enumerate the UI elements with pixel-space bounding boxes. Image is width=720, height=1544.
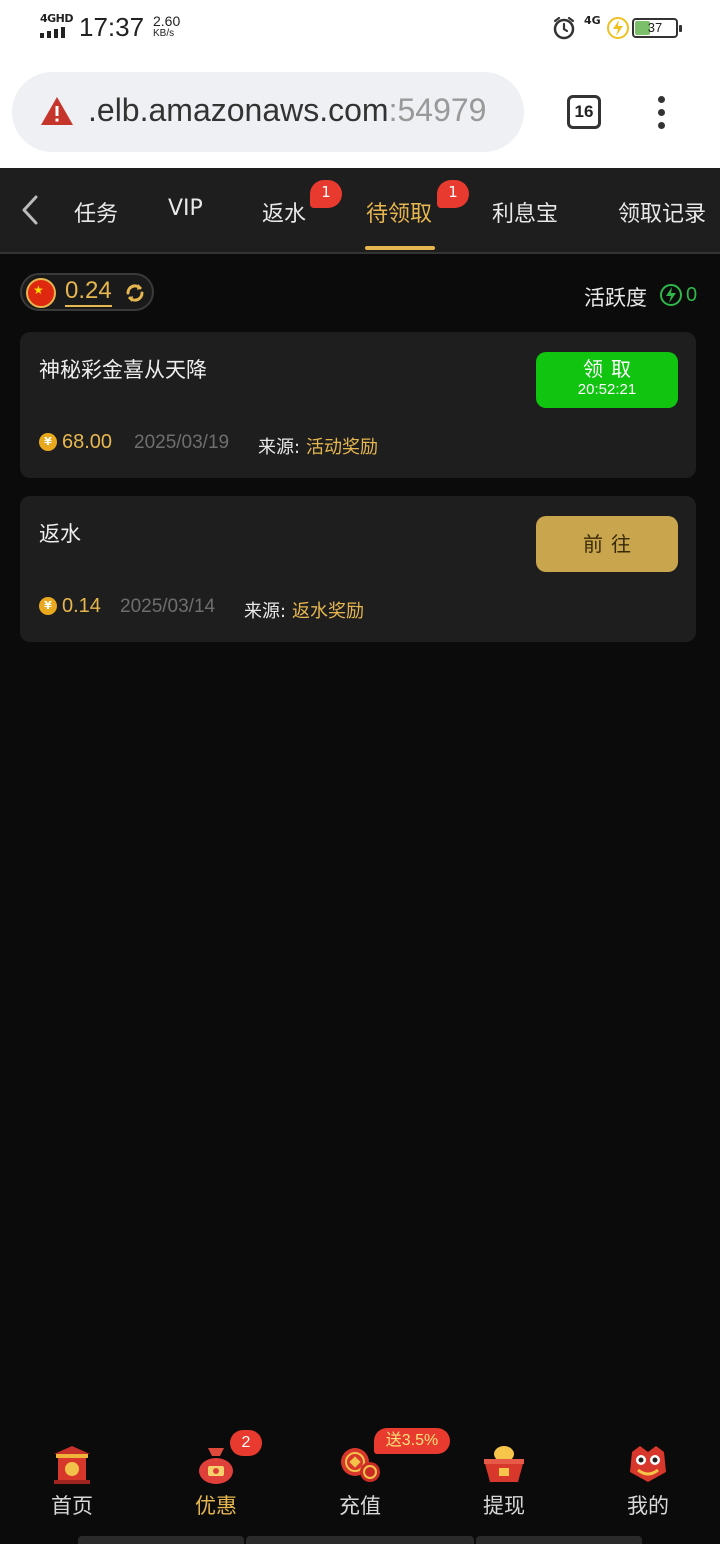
speed-value: 2.60 (153, 13, 181, 29)
nav-withdraw-label: 提现 (483, 1494, 525, 1518)
refresh-icon[interactable] (124, 282, 146, 304)
tab-pending-badge: 1 (437, 180, 469, 208)
balance-amount: 0.24 (65, 277, 112, 307)
tab-interest[interactable]: 利息宝 (492, 196, 558, 228)
battery-icon: 37 (632, 18, 682, 38)
active-tab-indicator (365, 246, 435, 250)
reward-amount: 0.14 (62, 595, 101, 617)
coin-icon: ¥ (39, 433, 57, 451)
clock: 17:37 (79, 12, 145, 42)
tab-vip[interactable]: VIP (168, 196, 203, 221)
nav-promotions-badge: 2 (230, 1430, 262, 1456)
reward-card: 神秘彩金喜从天降 领取 20:52:21 ¥ 68.00 2025/03/19 … (20, 332, 696, 478)
go-button[interactable]: 前往 (536, 516, 678, 572)
reward-title: 返水 (39, 522, 81, 546)
charging-icon (607, 17, 629, 39)
nav-withdraw[interactable]: 提现 (444, 1420, 564, 1530)
nav-profile-label: 我的 (627, 1494, 669, 1518)
alarm-icon (553, 16, 575, 40)
gesture-bar (476, 1536, 642, 1544)
china-flag-icon: ★ (26, 278, 56, 308)
status-bar: 4GHD 17:37 2.60 KB/s 4G 37 (0, 0, 720, 56)
gold-ingot-icon (484, 1446, 524, 1482)
nav-promotions[interactable]: 2 优惠 (156, 1420, 276, 1530)
tab-rebate[interactable]: 返水 (262, 196, 306, 228)
network-speed: 2.60 KB/s (153, 14, 180, 40)
lightning-icon (660, 284, 682, 306)
warning-triangle-icon[interactable] (40, 96, 74, 126)
network-type: 4GHD (40, 12, 74, 25)
source-label: 来源: (258, 437, 301, 458)
url-port: :54979 (388, 92, 487, 128)
reward-date: 2025/03/14 (120, 596, 216, 617)
nav-home-label: 首页 (51, 1494, 93, 1518)
claim-countdown: 20:52:21 (577, 381, 637, 398)
nav-deposit-badge: 送3.5% (374, 1428, 450, 1454)
tab-records[interactable]: 领取记录 (618, 196, 706, 228)
nav-deposit-label: 充值 (339, 1494, 381, 1518)
claim-button[interactable]: 领取 20:52:21 (536, 352, 678, 408)
battery-level: 37 (647, 20, 663, 35)
tab-rebate-badge: 1 (310, 180, 342, 208)
nav-home[interactable]: 首页 (12, 1420, 132, 1530)
activity-label: 活跃度 (584, 286, 647, 310)
reward-title: 神秘彩金喜从天降 (39, 358, 207, 382)
wallet-balance[interactable]: ★ 0.24 (20, 273, 154, 311)
lion-dance-icon (630, 1446, 666, 1482)
home-temple-icon (54, 1446, 90, 1484)
nav-promotions-label: 优惠 (195, 1494, 237, 1518)
coin-icon: ¥ (39, 597, 57, 615)
gesture-bar (246, 1536, 474, 1544)
source-value: 返水奖励 (292, 601, 364, 622)
url-host: .elb.amazonaws.com (88, 92, 389, 128)
bottom-nav: 首页 2 优惠 送3.5% 充值 提现 我的 (0, 1420, 720, 1544)
chevron-left-icon[interactable] (18, 194, 42, 226)
more-vertical-icon[interactable] (658, 96, 668, 135)
speed-unit: KB/s (153, 28, 175, 39)
browser-toolbar: .elb.amazonaws.com:54979 16 (0, 56, 720, 168)
tab-switcher-button[interactable]: 16 (567, 95, 601, 129)
tab-tasks[interactable]: 任务 (68, 196, 118, 228)
tab-pending[interactable]: 待领取 (366, 196, 432, 228)
reward-card: 返水 前往 ¥ 0.14 2025/03/14 来源: 返水奖励 (20, 496, 696, 642)
app-page: 4GHD 17:37 2.60 KB/s 4G 37 .elb.amazonaw… (0, 0, 720, 1544)
source-value: 活动奖励 (306, 437, 378, 458)
source-label: 来源: (244, 601, 287, 622)
go-label: 前往 (583, 532, 639, 556)
reward-amount: 68.00 (62, 431, 113, 453)
url-text[interactable]: .elb.amazonaws.com:54979 (88, 92, 486, 129)
promo-tabs: 任务 VIP 返水 1 待领取 1 利息宝 领取记录 (0, 168, 720, 254)
activity-value: 0 (686, 284, 698, 306)
gesture-bar (78, 1536, 244, 1544)
nav-profile[interactable]: 我的 (588, 1420, 708, 1530)
network-4g: 4G (584, 14, 601, 27)
signal-icon (40, 27, 65, 38)
nav-deposit[interactable]: 送3.5% 充值 (300, 1420, 450, 1530)
claim-label: 领取 (583, 357, 639, 381)
reward-date: 2025/03/19 (134, 432, 230, 453)
address-bar[interactable]: .elb.amazonaws.com:54979 (12, 72, 524, 152)
